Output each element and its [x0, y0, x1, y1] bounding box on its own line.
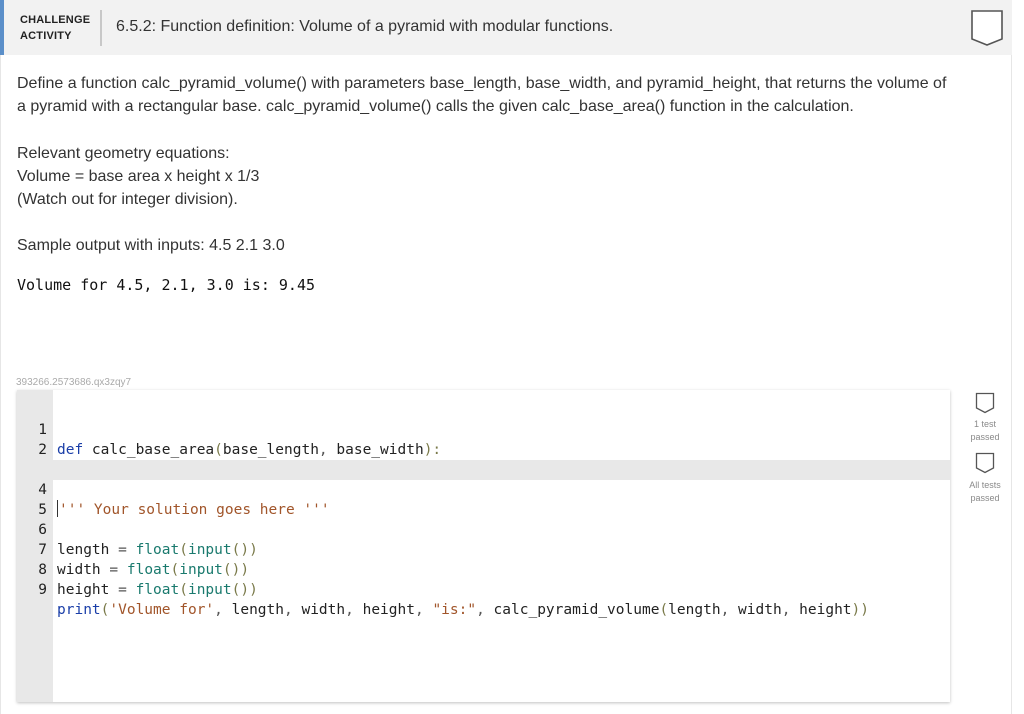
code-text[interactable]: height = float(input()) [57, 580, 258, 600]
geometry-note: (Watch out for integer division). [17, 191, 238, 208]
test-status-2: All tests passed [960, 479, 1010, 505]
test-checkbox-icon [975, 392, 995, 414]
code-line[interactable]: 7 width = float(input()) [17, 520, 950, 578]
line-number: 9 [38, 582, 47, 598]
badge-line-1: CHALLENGE [20, 14, 91, 26]
code-line[interactable]: 3 [17, 440, 950, 478]
activity-id: 393266.2573686.qx3zqy7 [16, 377, 132, 388]
header-divider [100, 10, 102, 46]
test-checkbox-icon [975, 452, 995, 474]
problem-description: Define a function calc_pyramid_volume() … [17, 72, 977, 118]
geometry-equations: Relevant geometry equations: Volume = ba… [17, 142, 259, 211]
description-line-2: a pyramid with a rectangular base. calc_… [17, 98, 854, 115]
description-line-1: Define a function calc_pyramid_volume() … [17, 75, 947, 92]
code-line[interactable]: 5 [17, 480, 950, 518]
code-line[interactable]: 6 length = float(input()) [17, 500, 950, 558]
code-line[interactable]: 9 print('Volume for', length, width, hei… [17, 560, 950, 618]
test-status-1-line1: 1 test [973, 419, 996, 429]
test-status-2-line1: All tests [969, 480, 1001, 490]
test-status-1-line2: passed [970, 432, 1000, 442]
shield-badge-icon [971, 10, 1003, 46]
code-text[interactable]: print('Volume for', length, width, heigh… [57, 600, 869, 620]
geometry-heading: Relevant geometry equations: [17, 145, 230, 162]
code-line-active[interactable]: 4 ''' Your solution goes here ''' [17, 460, 950, 518]
code-line[interactable]: 2 return base_length * base_width [17, 420, 950, 478]
challenge-activity-badge: CHALLENGE ACTIVITY [20, 12, 90, 44]
sample-output: Volume for 4.5, 2.1, 3.0 is: 9.45 [17, 276, 316, 294]
geometry-equation: Volume = base area x height x 1/3 [17, 168, 260, 185]
test-status-1: 1 test passed [960, 418, 1010, 444]
activity-title: 6.5.2: Function definition: Volume of a … [116, 18, 614, 35]
code-line[interactable]: 1 def calc_base_area(base_length, base_w… [17, 400, 950, 458]
activity-header: CHALLENGE ACTIVITY 6.5.2: Function defin… [0, 0, 1012, 55]
sample-label: Sample output with inputs: 4.5 2.1 3.0 [17, 237, 285, 254]
code-editor[interactable]: 1 def calc_base_area(base_length, base_w… [17, 390, 950, 702]
code-line[interactable]: 8 height = float(input()) [17, 540, 950, 598]
badge-line-2: ACTIVITY [20, 30, 72, 42]
test-status-2-line2: passed [970, 493, 1000, 503]
